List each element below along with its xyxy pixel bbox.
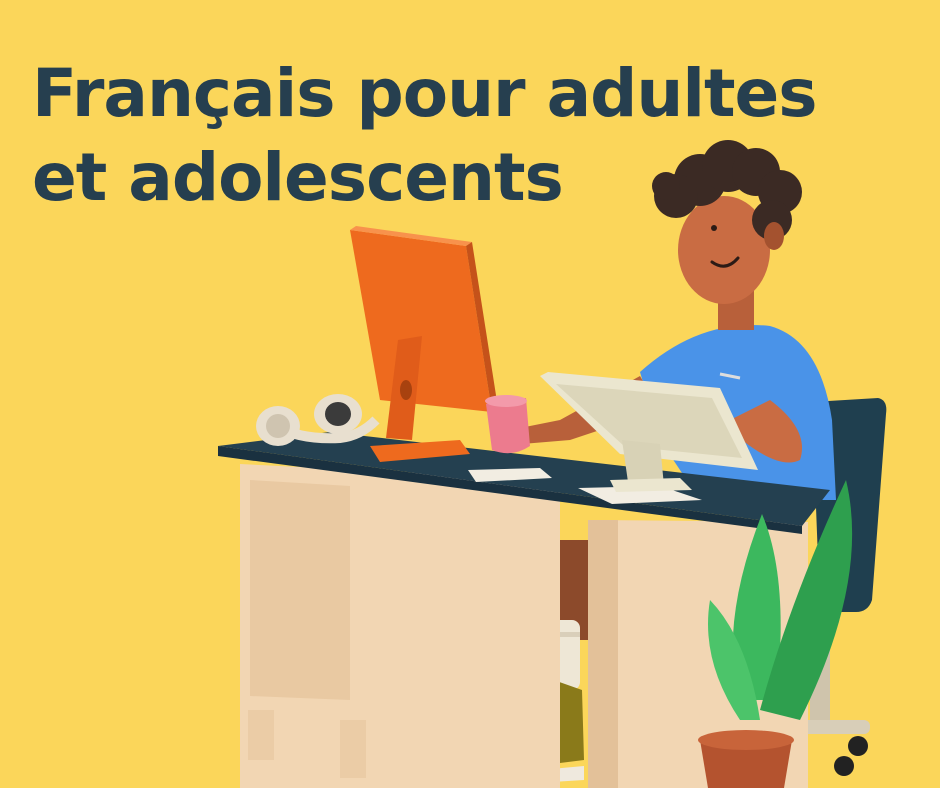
workspace-illustration (218, 140, 887, 788)
mug-icon (485, 395, 530, 454)
headphones-icon (256, 394, 380, 446)
